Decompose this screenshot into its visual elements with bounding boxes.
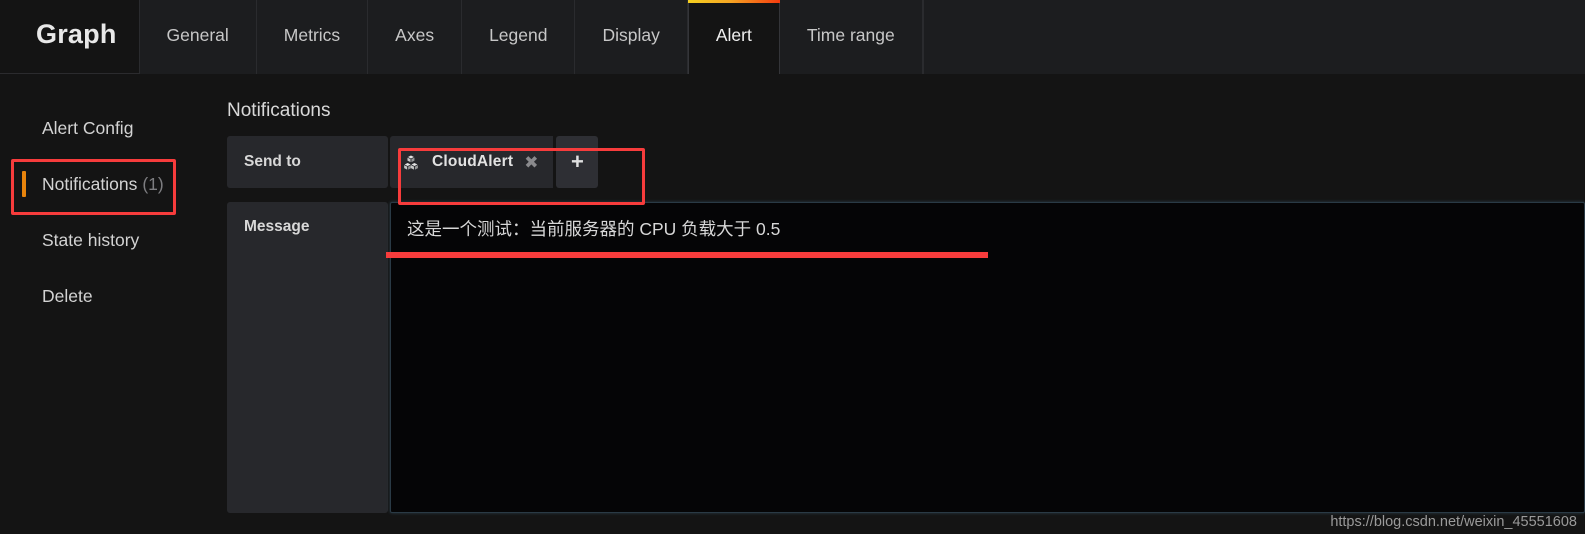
message-label: Message (227, 202, 388, 513)
tab-metrics[interactable]: Metrics (256, 0, 369, 74)
tab-general[interactable]: General (138, 0, 257, 74)
section-title: Notifications (227, 100, 331, 121)
sidebar-item-alert-config[interactable]: Alert Config (0, 100, 227, 156)
sidebar-item-delete-label: Delete (42, 285, 93, 306)
sidebar-item-state-history[interactable]: State history (0, 212, 227, 268)
cubes-icon (404, 154, 423, 171)
editor-body: Alert Config Notifications (1) State his… (0, 74, 1585, 534)
send-to-row: Send to CloudAlert ✖ + (227, 136, 1585, 188)
notification-tag-label: CloudAlert (432, 153, 514, 170)
message-textarea[interactable]: 这是一个测试：当前服务器的 CPU 负载大于 0.5 (390, 202, 1585, 513)
tab-time-range[interactable]: Time range (779, 0, 923, 74)
tab-legend[interactable]: Legend (462, 0, 576, 74)
sidebar-item-notifications[interactable]: Notifications (1) (0, 156, 227, 212)
tabbar-filler (922, 0, 1585, 74)
close-icon[interactable]: ✖ (522, 154, 540, 171)
editor-tabs: General Metrics Axes Legend Display Aler… (138, 0, 923, 75)
tab-legend-label: Legend (489, 24, 548, 45)
grafana-panel-editor: Graph General Metrics Axes Legend Displa… (0, 0, 1585, 534)
send-to-label: Send to (227, 136, 388, 188)
plus-icon: + (571, 149, 584, 174)
send-to-control: CloudAlert ✖ + (390, 136, 599, 188)
tab-metrics-label: Metrics (283, 24, 341, 45)
message-row: Message 这是一个测试：当前服务器的 CPU 负载大于 0.5 (227, 202, 1585, 513)
tab-general-label: General (166, 24, 229, 45)
notifications-panel: Notifications Send to CloudAlert ✖ + Mes… (227, 74, 1585, 534)
panel-editor-tabbar: Graph General Metrics Axes Legend Displa… (0, 0, 1585, 75)
alert-sidebar: Alert Config Notifications (1) State his… (0, 74, 227, 534)
tab-display[interactable]: Display (575, 0, 688, 74)
page-title: Graph (36, 18, 117, 49)
watermark: https://blog.csdn.net/weixin_45551608 (1330, 514, 1577, 530)
notifications-count-badge: (1) (142, 173, 164, 194)
sidebar-item-delete[interactable]: Delete (0, 268, 227, 324)
sidebar-item-notifications-label: Notifications (42, 173, 138, 194)
sidebar-item-alert-config-label: Alert Config (42, 117, 134, 138)
notification-tag-cloudalert[interactable]: CloudAlert ✖ (390, 136, 554, 188)
tab-time-range-label: Time range (806, 24, 895, 45)
tab-axes-label: Axes (395, 24, 435, 45)
active-accent-bar (22, 171, 26, 197)
tab-alert[interactable]: Alert (687, 0, 780, 75)
tab-alert-label: Alert (715, 24, 752, 45)
sidebar-item-state-history-label: State history (42, 229, 140, 250)
tab-axes[interactable]: Axes (368, 0, 463, 74)
add-notification-button[interactable]: + (556, 136, 599, 188)
tab-display-label: Display (602, 24, 660, 45)
